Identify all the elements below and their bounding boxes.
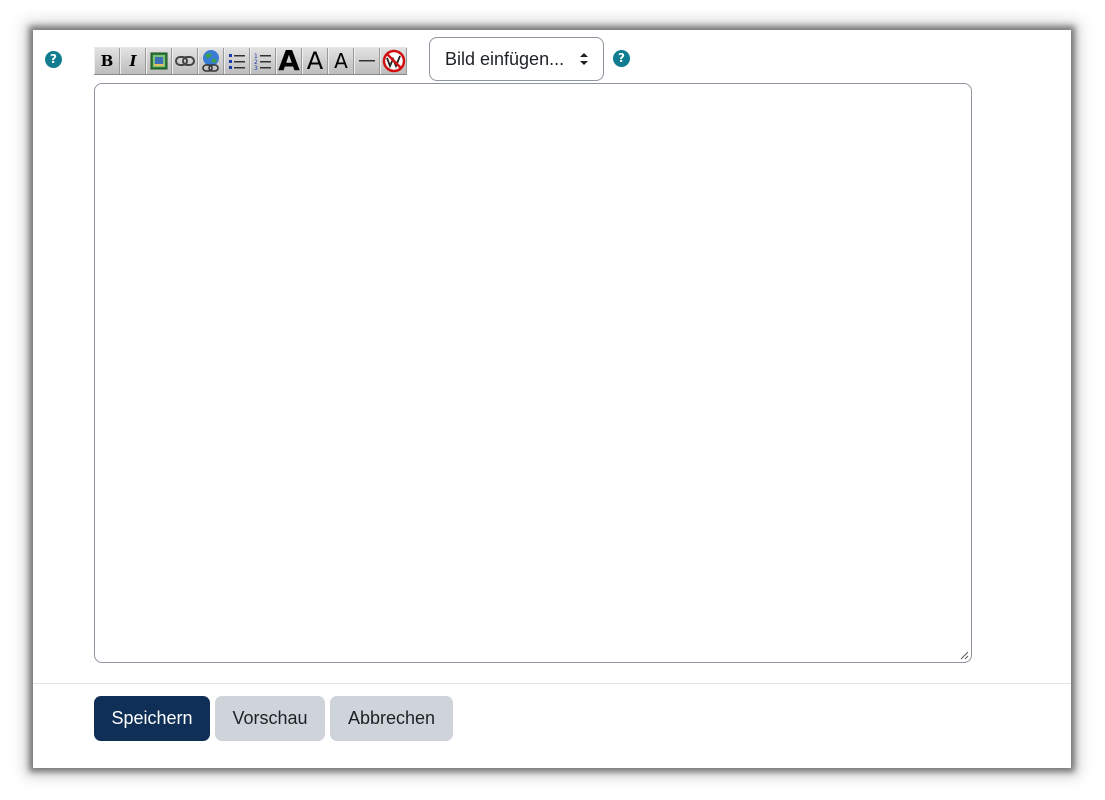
help-icon[interactable]: ? <box>613 50 630 67</box>
insert-image-button[interactable] <box>146 48 172 74</box>
heading-large-button[interactable]: A <box>276 44 302 77</box>
bullet-list-button[interactable] <box>224 48 250 74</box>
bullet-list-icon <box>229 54 245 69</box>
web-link-icon <box>202 50 219 72</box>
resize-grip-icon[interactable] <box>960 651 969 660</box>
chevron-updown-icon <box>580 53 588 65</box>
cancel-button[interactable]: Abbrechen <box>330 696 453 741</box>
nowiki-icon <box>382 49 405 73</box>
italic-icon: I <box>129 52 137 70</box>
save-button[interactable]: Speichern <box>94 696 210 741</box>
svg-text:3: 3 <box>254 65 258 71</box>
content-textarea[interactable] <box>94 83 972 663</box>
insert-image-icon <box>150 52 168 70</box>
help-icon[interactable]: ? <box>45 51 62 68</box>
horizontal-rule-icon <box>359 60 375 62</box>
editor-panel: ? B I 1 2 3 A A A Bild einfügen... ? Spe… <box>33 30 1071 768</box>
web-link-button[interactable] <box>198 48 224 74</box>
nowiki-button[interactable] <box>380 48 407 74</box>
preview-button[interactable]: Vorschau <box>215 696 325 741</box>
insert-image-select-value: Bild einfügen... <box>445 48 565 69</box>
horizontal-rule-button[interactable] <box>354 48 380 74</box>
italic-button[interactable]: I <box>120 48 146 74</box>
bold-button[interactable]: B <box>94 48 120 74</box>
heading-small-button[interactable]: A <box>328 48 354 74</box>
insert-link-button[interactable] <box>172 48 198 74</box>
heading-medium-icon: A <box>306 47 324 75</box>
heading-large-icon: A <box>278 44 300 77</box>
heading-medium-button[interactable]: A <box>302 48 328 74</box>
insert-image-select[interactable]: Bild einfügen... <box>429 37 604 81</box>
bold-icon: B <box>100 52 114 70</box>
numbered-list-button[interactable]: 1 2 3 <box>250 48 276 74</box>
form-divider <box>33 683 1071 684</box>
wiki-toolbar: B I 1 2 3 A A A <box>94 47 407 75</box>
insert-link-icon <box>175 56 195 66</box>
numbered-list-icon: 1 2 3 <box>254 53 271 71</box>
heading-small-icon: A <box>334 49 348 73</box>
